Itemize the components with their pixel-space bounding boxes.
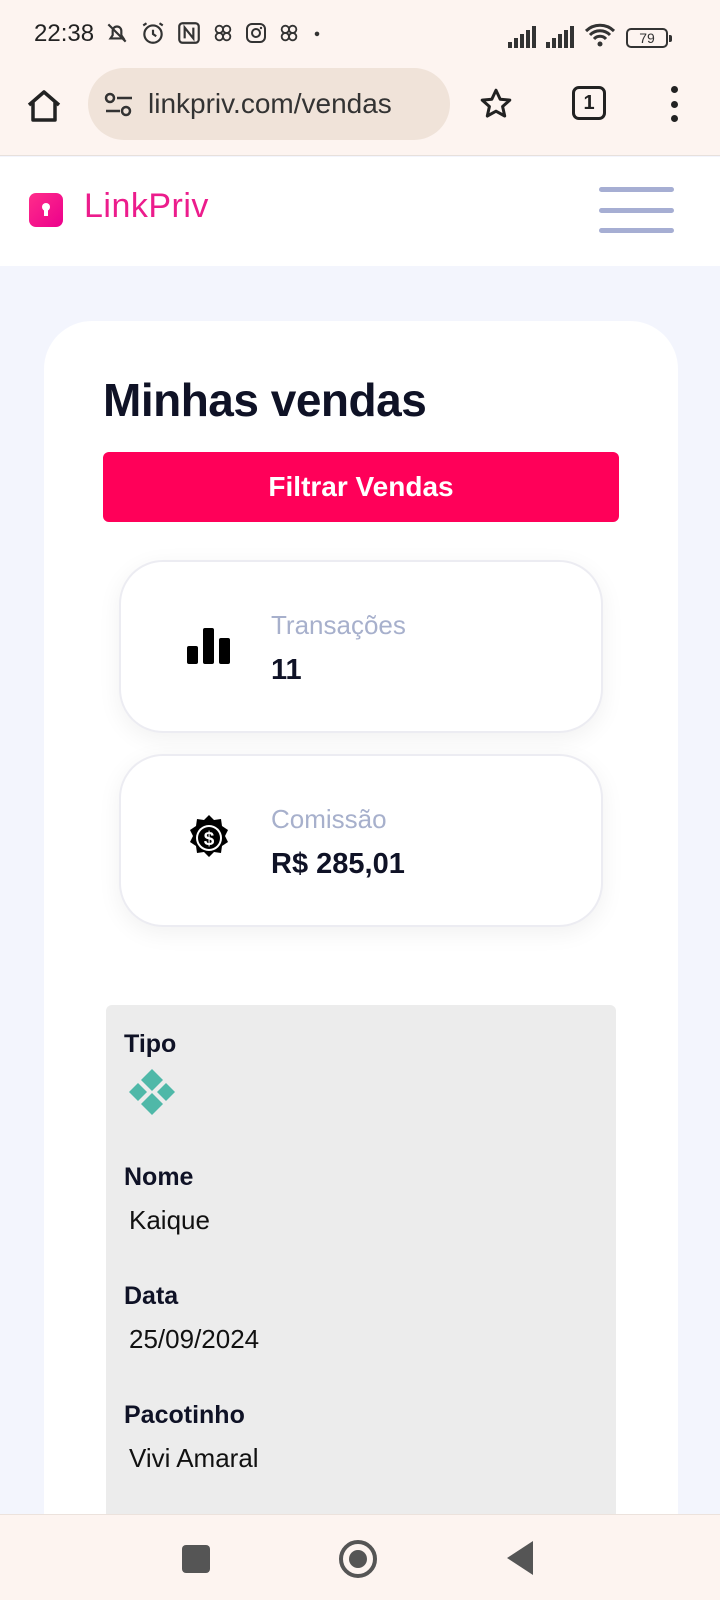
app-icon — [280, 24, 298, 42]
sale-item — [106, 1005, 616, 1600]
commission-stat-card: $ Comissão R$ 285,01 — [119, 754, 603, 927]
dollar-badge-icon: $ — [190, 815, 228, 857]
site-settings-icon[interactable] — [104, 92, 134, 118]
lock-logo-icon — [29, 193, 63, 227]
address-bar[interactable]: linkpriv.com/vendas — [88, 68, 450, 140]
brand-logo-text[interactable]: LinkPriv — [84, 187, 209, 226]
hamburger-menu-icon[interactable] — [599, 187, 674, 233]
pacotinho-label: Pacotinho — [124, 1401, 245, 1429]
home-circle-icon[interactable] — [339, 1540, 377, 1578]
notification-icons — [104, 20, 324, 46]
svg-text:$: $ — [204, 829, 215, 850]
data-label: Data — [124, 1282, 179, 1310]
page-title: Minhas vendas — [103, 374, 427, 426]
data-value: 25/09/2024 — [129, 1324, 260, 1354]
bell-off-icon — [107, 23, 127, 43]
url-text[interactable]: linkpriv.com/vendas — [148, 88, 392, 120]
browser-toolbar: linkpriv.com/vendas 1 — [0, 66, 720, 156]
site-header: LinkPriv — [0, 157, 720, 266]
nome-value: Kaique — [129, 1205, 210, 1235]
browser-menu-icon[interactable] — [668, 86, 680, 122]
pix-icon — [129, 1069, 175, 1115]
status-time: 22:38 — [34, 20, 95, 47]
transactions-stat-card: Transações 11 — [119, 560, 603, 733]
instagram-icon — [246, 23, 266, 43]
system-icons: 79 — [508, 22, 672, 48]
nome-label: Nome — [124, 1163, 194, 1191]
filter-sales-button[interactable]: Filtrar Vendas — [103, 452, 619, 522]
signal-icon — [546, 26, 574, 48]
app-icon — [214, 24, 232, 42]
commission-label: Comissão — [271, 804, 387, 834]
wifi-icon — [584, 23, 616, 47]
transactions-label: Transações — [271, 610, 406, 640]
signal-icon — [508, 26, 536, 48]
battery-icon: 79 — [626, 28, 672, 48]
tab-switcher-button[interactable]: 1 — [572, 86, 606, 120]
status-bar: 22:38 79 — [0, 0, 720, 66]
bar-chart-icon — [187, 628, 230, 664]
bookmark-star-icon[interactable] — [478, 86, 514, 122]
pacotinho-value: Vivi Amaral — [129, 1443, 259, 1473]
nfc-icon — [178, 22, 200, 44]
system-navigation-bar — [0, 1514, 720, 1600]
tipo-label: Tipo — [124, 1030, 177, 1058]
home-icon[interactable] — [24, 86, 64, 126]
commission-value: R$ 285,01 — [271, 848, 405, 880]
transactions-value: 11 — [271, 654, 302, 686]
alarm-icon — [142, 22, 164, 44]
back-triangle-icon[interactable] — [507, 1541, 533, 1575]
recents-square-icon[interactable] — [182, 1545, 210, 1573]
dot-icon — [314, 31, 320, 37]
